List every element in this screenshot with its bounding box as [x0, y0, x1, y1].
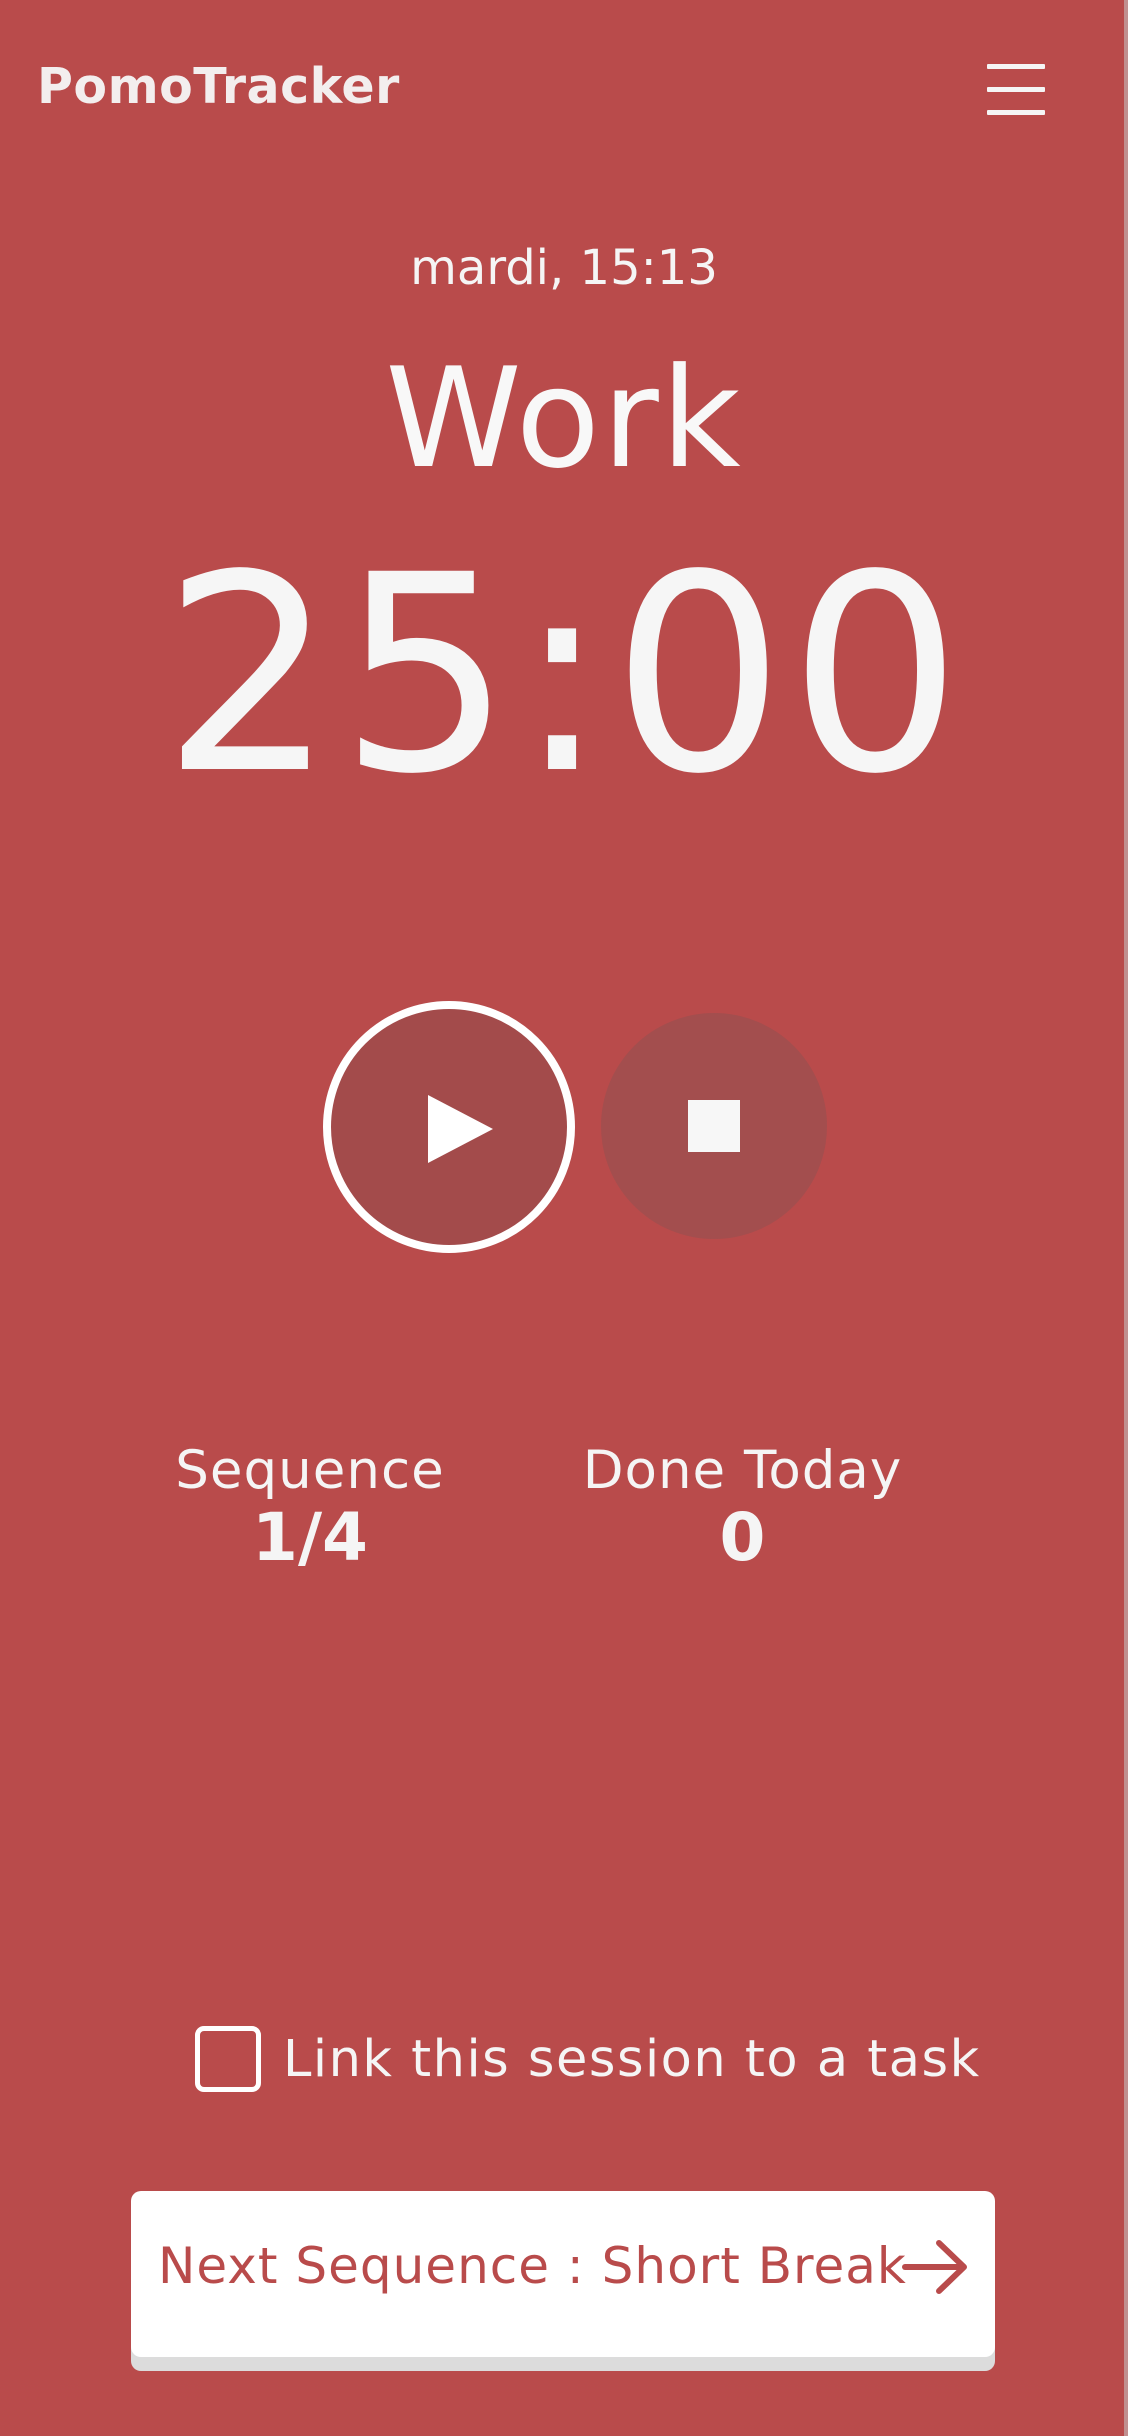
- hamburger-menu-icon[interactable]: [985, 62, 1049, 118]
- done-today-label: Done Today: [582, 1440, 903, 1501]
- sequence-label: Sequence: [175, 1440, 445, 1501]
- play-button[interactable]: [323, 1001, 575, 1253]
- link-task-checkbox[interactable]: [195, 2026, 261, 2092]
- stop-icon: [688, 1100, 740, 1152]
- next-sequence-button[interactable]: Next Sequence : Short Break: [131, 2191, 995, 2357]
- scrollbar-edge: [1124, 0, 1128, 2436]
- link-task-label: Link this session to a task: [283, 2029, 981, 2089]
- app-title: PomoTracker: [37, 58, 400, 115]
- done-today-value: 0: [719, 1499, 766, 1576]
- link-task-row[interactable]: Link this session to a task: [195, 2022, 981, 2096]
- done-today-stat: Done Today 0: [570, 1440, 915, 1576]
- play-icon: [428, 1095, 493, 1163]
- app-screen: PomoTracker mardi, 15:13 Work 25:00 Sequ…: [0, 0, 1128, 2436]
- countdown-timer: 25:00: [162, 518, 966, 834]
- sequence-value: 1/4: [252, 1499, 368, 1576]
- stop-button[interactable]: [601, 1013, 827, 1239]
- sequence-stat: Sequence 1/4: [150, 1440, 470, 1576]
- arrow-right-icon: [902, 2240, 967, 2294]
- next-sequence-label: Next Sequence : Short Break: [158, 2237, 907, 2295]
- session-mode-title: Work: [385, 338, 743, 499]
- current-datetime: mardi, 15:13: [410, 240, 718, 296]
